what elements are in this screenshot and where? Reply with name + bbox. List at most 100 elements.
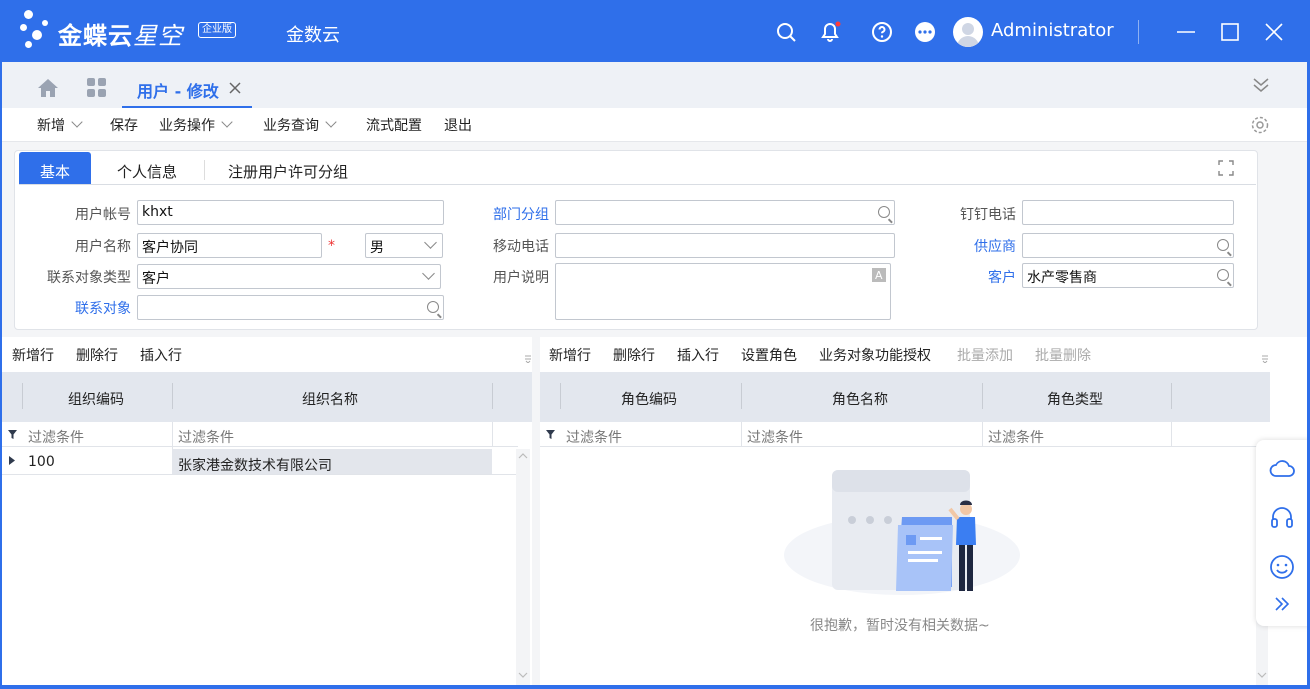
desc-label: 用户说明 — [493, 270, 549, 286]
divider — [204, 160, 205, 180]
biz-ops-menu[interactable]: 业务操作 — [159, 115, 233, 135]
column-header-org-code[interactable]: 组织编码 — [68, 389, 124, 409]
chevron-down-icon[interactable] — [221, 116, 233, 128]
supplier-label[interactable]: 供应商 — [930, 236, 1016, 256]
org-code-filter-input[interactable]: 过滤条件 — [28, 427, 84, 447]
search-icon[interactable] — [878, 206, 890, 218]
minimize-icon[interactable] — [1174, 20, 1198, 44]
tab-personal[interactable]: 个人信息 — [117, 152, 177, 184]
org-add-row-button[interactable]: 新增行 — [12, 345, 54, 365]
grid-menu-icon[interactable] — [1260, 353, 1270, 363]
mobile-label: 移动电话 — [493, 239, 549, 255]
role-delete-row-button[interactable]: 删除行 — [613, 345, 655, 365]
role-code-filter-input[interactable]: 过滤条件 — [566, 427, 622, 447]
desc-textarea[interactable]: A — [555, 263, 891, 320]
empty-state-illustration — [784, 470, 1020, 595]
tab-license[interactable]: 注册用户许可分组 — [228, 152, 348, 184]
row-pointer-icon — [9, 456, 15, 465]
tab-label: 用户 - 修改 — [137, 82, 219, 101]
search-icon[interactable] — [775, 20, 799, 44]
chevron-down-icon[interactable] — [424, 236, 437, 249]
cloud-icon[interactable] — [1269, 457, 1295, 479]
org-grid-scrollbar[interactable] — [516, 449, 530, 685]
divider — [172, 383, 173, 409]
column-header-org-name[interactable]: 组织名称 — [302, 389, 358, 409]
bell-icon[interactable] — [818, 20, 842, 44]
dept-group-input[interactable] — [555, 200, 895, 225]
divider — [492, 383, 493, 409]
role-name-filter-input[interactable]: 过滤条件 — [747, 427, 803, 447]
filter-icon[interactable] — [8, 430, 17, 439]
contact-input[interactable] — [137, 295, 444, 320]
chevron-down-icon[interactable] — [422, 267, 435, 280]
divider — [22, 383, 23, 409]
gear-icon[interactable] — [1250, 115, 1270, 135]
divider — [1171, 422, 1172, 447]
gender-select[interactable]: 男 — [365, 233, 443, 258]
org-delete-row-button[interactable]: 删除行 — [76, 345, 118, 365]
close-icon[interactable] — [1262, 20, 1286, 44]
close-tab-icon[interactable] — [229, 82, 241, 94]
customer-input[interactable]: 水产零售商 — [1022, 263, 1234, 288]
role-type-filter-input[interactable]: 过滤条件 — [988, 427, 1044, 447]
svg-text:A: A — [875, 269, 883, 282]
table-row[interactable]: 100 — [28, 454, 55, 470]
apps-grid-icon[interactable] — [86, 77, 108, 99]
expand-icon[interactable] — [1218, 160, 1234, 176]
divider — [741, 383, 742, 409]
double-chevron-down-icon[interactable] — [1252, 76, 1270, 94]
search-icon[interactable] — [1217, 269, 1229, 281]
user-name[interactable]: Administrator — [991, 20, 1114, 41]
help-icon[interactable] — [870, 20, 894, 44]
supplier-input[interactable] — [1022, 233, 1234, 258]
customer-label[interactable]: 客户 — [930, 267, 1016, 287]
column-header-role-type[interactable]: 角色类型 — [1047, 389, 1103, 409]
font-format-icon[interactable]: A — [871, 267, 887, 283]
role-add-row-button[interactable]: 新增行 — [549, 345, 591, 365]
home-icon[interactable] — [36, 77, 60, 99]
tab-basic[interactable]: 基本 — [19, 152, 91, 184]
flow-config-button[interactable]: 流式配置 — [366, 115, 422, 135]
headset-icon[interactable] — [1269, 505, 1295, 529]
biz-object-auth-button[interactable]: 业务对象功能授权 — [819, 345, 931, 365]
divider — [982, 422, 983, 447]
column-header-role-code[interactable]: 角色编码 — [621, 389, 677, 409]
dingtalk-input[interactable] — [1022, 200, 1234, 225]
new-button[interactable]: 新增 — [37, 115, 83, 135]
filter-icon[interactable] — [546, 430, 555, 439]
column-header-role-name[interactable]: 角色名称 — [832, 389, 888, 409]
mobile-input[interactable] — [555, 233, 895, 258]
splitter[interactable] — [532, 337, 540, 685]
contact-label[interactable]: 联系对象 — [40, 298, 131, 318]
smiley-icon[interactable] — [1269, 554, 1295, 580]
org-name-filter-input[interactable]: 过滤条件 — [178, 427, 234, 447]
maximize-icon[interactable] — [1218, 20, 1242, 44]
dept-group-label[interactable]: 部门分组 — [460, 204, 549, 224]
user-account-input[interactable]: khxt — [137, 200, 444, 225]
biz-query-menu[interactable]: 业务查询 — [263, 115, 337, 135]
exit-button[interactable]: 退出 — [444, 115, 472, 135]
contact-type-select[interactable]: 客户 — [137, 264, 441, 289]
org-insert-row-button[interactable]: 插入行 — [140, 345, 182, 365]
divider — [741, 422, 742, 447]
more-icon[interactable] — [913, 20, 937, 44]
scroll-down-icon[interactable] — [1257, 672, 1267, 678]
save-button[interactable]: 保存 — [110, 115, 138, 135]
batch-add-button[interactable]: 批量添加 — [957, 345, 1013, 365]
user-name-input[interactable]: 客户协同 — [137, 233, 322, 258]
divider — [982, 383, 983, 409]
set-role-button[interactable]: 设置角色 — [741, 345, 797, 365]
chevron-down-icon[interactable] — [71, 116, 83, 128]
app-logo: 金蝶云星空 企业版 — [20, 8, 240, 54]
product-name[interactable]: 金数云 — [286, 21, 340, 47]
role-insert-row-button[interactable]: 插入行 — [677, 345, 719, 365]
double-chevron-right-icon[interactable] — [1274, 596, 1290, 612]
search-icon[interactable] — [427, 301, 439, 313]
table-row[interactable]: 张家港金数技术有限公司 — [178, 455, 332, 475]
search-icon[interactable] — [1217, 239, 1229, 251]
chevron-down-icon[interactable] — [325, 116, 337, 128]
scroll-down-icon[interactable] — [518, 672, 528, 678]
scroll-up-icon[interactable] — [518, 453, 528, 459]
avatar[interactable] — [953, 17, 983, 47]
batch-delete-button[interactable]: 批量删除 — [1035, 345, 1091, 365]
